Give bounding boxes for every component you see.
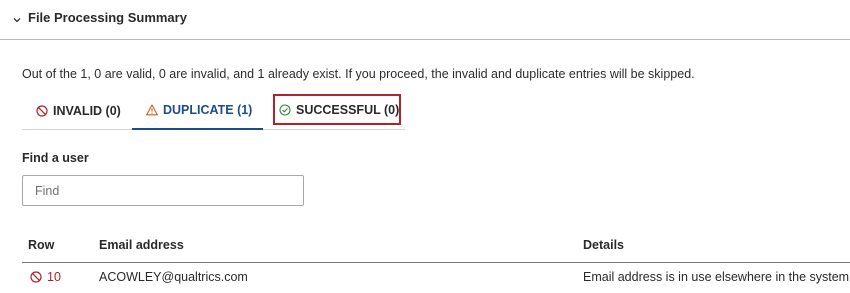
column-header-details[interactable]: Details [583,238,624,252]
tab-duplicate-label: DUPLICATE (1) [163,103,253,117]
tab-successful-label: SUCCESSFUL (0) [296,102,400,117]
section-title: File Processing Summary [28,10,187,25]
email-cell: ACOWLEY@qualtrics.com [99,270,248,284]
prohibited-icon [36,104,48,117]
section-header[interactable]: File Processing Summary [0,0,850,40]
check-circle-icon [279,103,291,116]
column-header-row[interactable]: Row [28,238,54,252]
table-header-divider [22,262,850,263]
tab-duplicate[interactable]: DUPLICATE (1) [132,92,263,130]
find-user-label: Find a user [22,151,89,165]
tab-invalid[interactable]: INVALID (0) [22,92,132,129]
tab-successful[interactable]: SUCCESSFUL (0) [273,94,401,125]
details-cell: Email address is in use elsewhere in the… [583,270,850,284]
column-header-email[interactable]: Email address [99,238,184,252]
tab-invalid-label: INVALID (0) [53,103,121,118]
warning-triangle-icon [146,104,158,116]
summary-text: Out of the 1, 0 are valid, 0 are invalid… [22,67,695,81]
tab-bar: INVALID (0) DUPLICATE (1) SUCCESSFUL (0) [22,92,405,130]
row-number-cell: 10 [30,270,61,284]
prohibited-icon [30,271,42,283]
chevron-down-icon[interactable] [11,14,23,26]
row-number: 10 [47,270,61,284]
find-user-input[interactable] [22,175,304,206]
